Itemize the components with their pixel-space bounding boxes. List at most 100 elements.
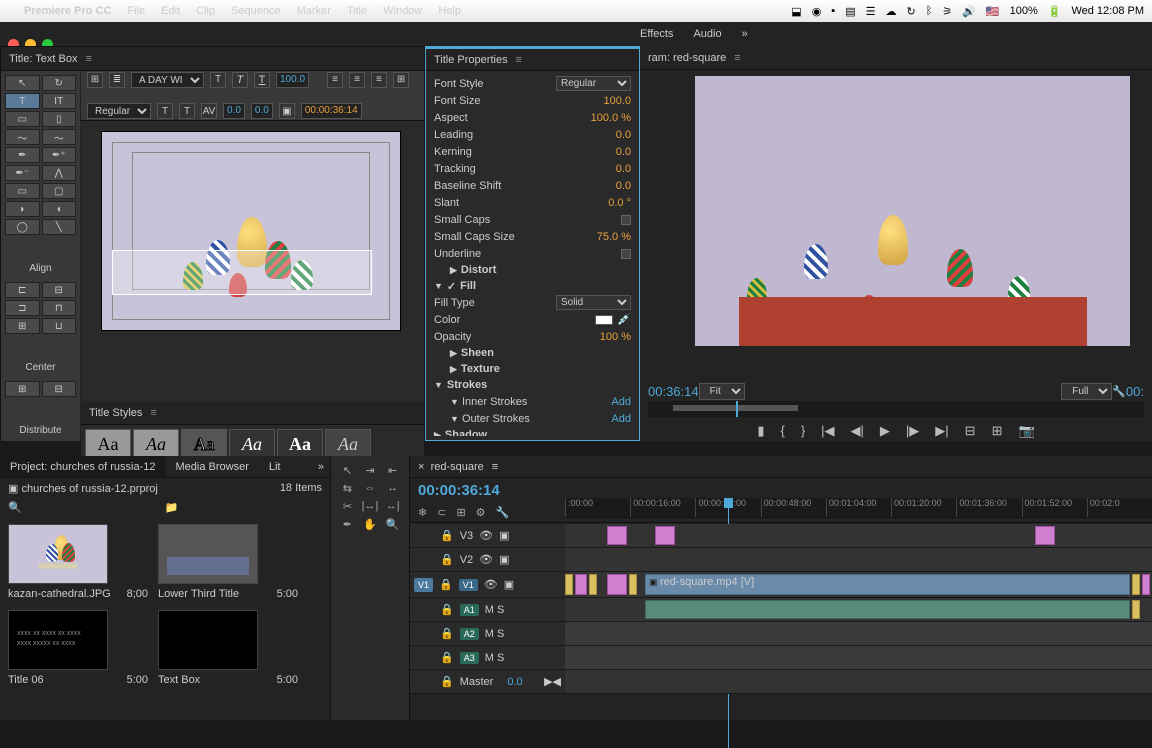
program-video[interactable] [695,76,1130,346]
sync-icon[interactable]: ↻ [906,5,915,18]
center-h-icon[interactable]: ⊞ [5,381,40,397]
sheen-label[interactable]: Sheen [461,347,494,359]
clip[interactable] [1132,600,1140,619]
ellipse-tool-icon[interactable]: ◯ [5,219,40,235]
master-value[interactable]: 0.0 [507,676,522,688]
vertical-area-type-icon[interactable]: ▯ [42,111,77,127]
timecode-field[interactable]: 00:00:36:14 [301,103,362,119]
roll-crawl-icon[interactable]: ≣ [109,72,125,88]
tab-media-browser[interactable]: Media Browser [166,456,259,477]
menu-file[interactable]: File [127,5,145,17]
strokes-label[interactable]: Strokes [447,379,487,391]
small-caps-checkbox[interactable] [621,215,631,225]
kern-val-2[interactable]: 0.0 [251,103,273,119]
go-to-in-icon[interactable]: |◀ [821,423,834,439]
small-caps-size-value[interactable]: 75.0 % [597,231,631,243]
mute-solo[interactable]: M S [485,628,505,640]
rolling-edit-icon[interactable]: ⇔ [360,480,381,496]
search-icon[interactable]: 🔍 [8,502,22,514]
pen-tool-icon[interactable]: ✒ [5,147,40,163]
source-v1-badge[interactable]: V1 [414,578,433,592]
panel-menu-icon[interactable]: ≡ [85,53,91,65]
tabs-overflow-icon[interactable]: » [312,461,330,473]
ripple-edit-icon[interactable]: ⇆ [337,480,358,496]
lock-icon[interactable]: 🔒 [440,553,454,566]
style-swatch[interactable]: Aa [325,429,371,459]
track-select-fwd-icon[interactable]: ⇥ [360,462,381,478]
rounded-rect-icon[interactable]: ▢ [42,183,77,199]
export-frame-icon[interactable]: 📷 [1018,423,1034,439]
panel-menu-icon[interactable]: ≡ [492,461,498,473]
align-hcenter-icon[interactable]: ⊟ [42,282,77,298]
underline-icon[interactable]: T [254,72,270,88]
tray-icon-3[interactable]: ☰ [866,5,876,18]
arc-tool-icon[interactable]: ◖ [42,201,77,217]
lock-icon[interactable]: 🔒 [440,651,454,664]
dropbox-icon[interactable]: ⬓ [791,5,801,18]
center-v-icon[interactable]: ⊟ [42,381,77,397]
slide-tool-icon[interactable]: ↔| [382,498,403,514]
tab-project[interactable]: Project: churches of russia-12 [0,456,166,477]
show-video-icon[interactable]: ▣ [279,103,295,119]
wifi-icon[interactable]: ⚞ [942,5,952,18]
rate-stretch-icon[interactable]: ↔ [382,480,403,496]
small-caps-icon[interactable]: T [157,103,173,119]
track-label[interactable]: V1 [459,579,478,591]
clip[interactable] [1142,574,1150,595]
lock-icon[interactable]: 🔒 [440,675,454,688]
panel-menu-icon[interactable]: ≡ [150,407,156,419]
lift-icon[interactable]: ⊟ [965,423,976,439]
font-style-select[interactable]: Regular [556,76,631,91]
collapse-icon[interactable]: ▼ [450,397,459,407]
fill-check-icon[interactable]: ✓ [447,280,456,293]
razor-tool-icon[interactable]: ✂ [337,498,358,514]
mark-in-icon[interactable]: ▮ [757,423,764,439]
clock[interactable]: Wed 12:08 PM [1071,5,1144,17]
menu-clip[interactable]: Clip [196,5,215,17]
bold-icon[interactable]: T [210,72,226,88]
expand-icon[interactable]: ▶ [450,364,457,375]
style-swatch[interactable]: Aa [277,429,323,459]
menu-edit[interactable]: Edit [161,5,180,17]
clip[interactable] [655,526,675,545]
shadow-label[interactable]: Shadow [445,429,487,436]
project-item[interactable]: Text Box5:00 [158,610,298,686]
lock-icon[interactable]: 🔒 [439,578,453,591]
toggle-output-icon[interactable]: 👁 [484,578,498,591]
clip[interactable] [565,574,573,595]
tab-audio[interactable]: Audio [693,28,721,40]
menu-title[interactable]: Title [347,5,367,17]
font-size-field[interactable]: 100.0 [276,72,309,88]
lock-icon[interactable]: 🔒 [440,627,454,640]
title-canvas[interactable] [101,131,401,331]
zoom-tool-icon[interactable]: 🔍 [382,516,403,532]
app-name[interactable]: Premiere Pro CC [24,5,111,17]
align-left-icon[interactable]: ⊏ [5,282,40,298]
font-weight-select[interactable]: Regular [87,103,151,119]
menu-help[interactable]: Help [438,5,461,17]
add-marker-icon[interactable]: ⊞ [456,506,465,519]
step-back-icon[interactable]: ◀| [851,423,864,439]
track-label[interactable]: V3 [460,530,473,542]
font-family-select[interactable]: A DAY WI [131,72,204,88]
mark-in-button[interactable]: { [780,423,784,439]
fit-select[interactable]: Fit [699,383,745,400]
play-icon[interactable]: ▶ [880,423,890,439]
program-scrubber[interactable] [648,401,1144,417]
align-center-text-icon[interactable]: ≡ [349,72,365,88]
lock-icon[interactable]: 🔒 [440,603,454,616]
menu-window[interactable]: Window [383,5,422,17]
clip[interactable] [575,574,587,595]
kerning-value[interactable]: 0.0 [616,146,631,158]
timeline-timecode[interactable]: 00:00:36:14 [410,478,508,503]
evernote-icon[interactable]: ◉ [812,5,822,18]
delete-anchor-icon[interactable]: ✒⁻ [5,165,40,181]
style-swatch[interactable]: Aa [181,429,227,459]
tray-icon-2[interactable]: ▤ [845,5,855,18]
lock-icon[interactable]: 🔒 [440,529,454,542]
resolution-select[interactable]: Full [1061,383,1112,400]
audio-clip[interactable] [645,600,1130,619]
clip[interactable] [589,574,597,595]
clip[interactable] [607,574,627,595]
panel-menu-icon[interactable]: ≡ [516,54,522,66]
